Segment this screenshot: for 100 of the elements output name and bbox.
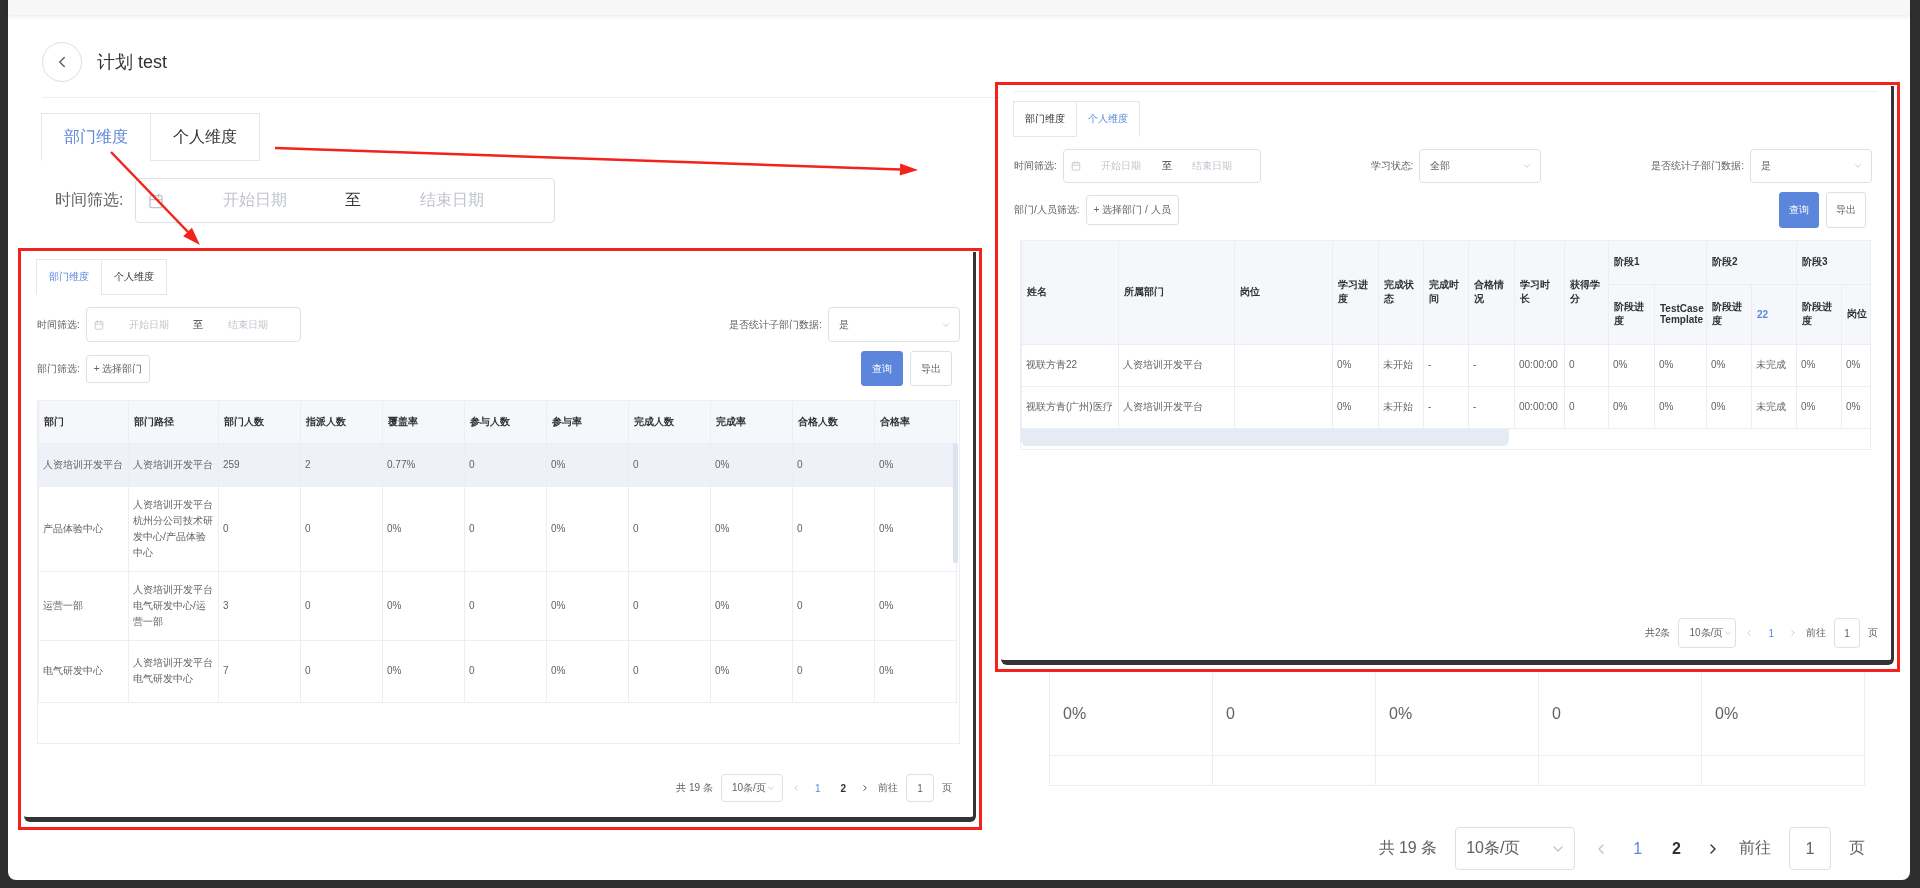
filter-label: 部门/人员筛选: <box>1014 203 1080 217</box>
chevron-down-icon <box>1723 628 1734 638</box>
table-cell: 0 <box>628 486 711 571</box>
total-count: 共2条 <box>1644 626 1671 640</box>
table-cell: 0 <box>1538 673 1701 756</box>
tab[interactable]: 部门维度 <box>36 259 102 295</box>
back-button[interactable] <box>42 42 82 82</box>
table-cell: 人资培训开发平台电气研发中心 <box>128 640 219 702</box>
table-cell: 0% <box>710 443 793 486</box>
column-header: 获得学分 <box>1564 241 1609 344</box>
select-department-button[interactable]: + 选择部门 / 人员 <box>1085 195 1179 225</box>
table-cell: 未完成 <box>1751 386 1797 428</box>
export-button[interactable]: 导出 <box>1826 192 1866 228</box>
table-cell: 0 <box>300 571 383 640</box>
export-button[interactable]: 导出 <box>910 351 952 386</box>
table-cell: 未完成 <box>1751 344 1797 386</box>
table-cell: 0 <box>300 640 383 702</box>
table-cell: 0% <box>1608 344 1655 386</box>
column-header: 完成率 <box>710 401 793 443</box>
page-input[interactable]: 1 <box>1789 827 1831 870</box>
select-field[interactable]: 是 <box>1750 149 1872 183</box>
table-cell: 0 <box>792 571 875 640</box>
table-cell: 0% <box>1706 386 1752 428</box>
select-field[interactable]: 10条/页 <box>1455 827 1576 870</box>
table-cell: 0 <box>1564 344 1609 386</box>
column-header: 覆盖率 <box>382 401 465 443</box>
table-cell: 0% <box>546 443 629 486</box>
date-range-field[interactable]: 开始日期 至 结束日期 <box>135 178 556 223</box>
page-suffix: 页 <box>1868 626 1878 640</box>
table-cell: 0% <box>1375 673 1538 756</box>
column-header: 阶段1 <box>1608 241 1707 284</box>
table-cell: 2 <box>300 443 383 486</box>
column-header: 姓名 <box>1021 241 1119 344</box>
table-cell: 259 <box>218 443 301 486</box>
column-header: 岗位 <box>1234 241 1333 344</box>
tab[interactable]: 个人维度 <box>1076 101 1140 137</box>
tab[interactable]: 个人维度 <box>101 259 167 295</box>
table-cell: 0 <box>792 443 875 486</box>
select-field[interactable]: 是 <box>828 307 960 342</box>
table-cell: 未开始 <box>1378 344 1424 386</box>
calendar-icon <box>1070 161 1081 171</box>
table-cell: 人资培训开发平台 <box>38 443 129 486</box>
table-cell: 0 <box>464 640 547 702</box>
page-number[interactable]: 1 <box>1627 839 1649 858</box>
column-header: 岗位 <box>1841 284 1870 344</box>
table-cell: 0 <box>464 443 547 486</box>
table-cell: 0% <box>1796 344 1842 386</box>
table-cell: 0% <box>710 640 793 702</box>
column-header: 完成时间 <box>1423 241 1469 344</box>
table-cell: 3 <box>218 571 301 640</box>
table-cell: 0 <box>628 640 711 702</box>
table-cell: 00:00:00 <box>1514 386 1565 428</box>
filter-label: 时间筛选: <box>37 317 80 332</box>
tab[interactable]: 部门维度 <box>41 113 151 161</box>
column-header: 阶段进度 <box>1796 284 1842 344</box>
column-header: 学习进度 <box>1332 241 1379 344</box>
table-cell: 0% <box>546 571 629 640</box>
filter-label: 时间筛选: <box>1014 159 1057 173</box>
select-field[interactable]: 全部 <box>1419 149 1542 183</box>
calendar-icon <box>147 192 164 209</box>
column-header: 所属部门 <box>1118 241 1235 344</box>
page-title: 计划 test <box>97 51 167 74</box>
page-number[interactable]: 2 <box>1666 839 1687 858</box>
table-cell: 0% <box>710 571 793 640</box>
column-header: 学习时长 <box>1514 241 1565 344</box>
table-cell: 0% <box>382 486 465 571</box>
page-number[interactable]: 2 <box>834 782 852 794</box>
column-header: 阶段进度 <box>1706 284 1752 344</box>
page-number[interactable]: 1 <box>808 782 827 794</box>
page-input[interactable]: 1 <box>1834 618 1860 648</box>
scrollbar[interactable] <box>953 443 958 563</box>
table-cell: 未开始 <box>1378 386 1424 428</box>
page-input[interactable]: 1 <box>906 774 934 802</box>
query-button[interactable]: 查询 <box>861 351 903 386</box>
table-cell: 视联方青(广州)医疗 <box>1021 386 1119 428</box>
select-field[interactable]: 10条/页 <box>720 774 783 802</box>
chevron-down-icon <box>765 783 776 793</box>
total-count: 共 19 条 <box>1378 838 1438 858</box>
table-cell: 0% <box>1608 386 1655 428</box>
table-cell: 0% <box>382 640 465 702</box>
column-header: 参与人数 <box>464 401 547 443</box>
page-number[interactable]: 1 <box>1762 627 1780 639</box>
query-button[interactable]: 查询 <box>1779 192 1819 228</box>
filter-label: 学习状态: <box>1370 159 1414 173</box>
table-cell: 0 <box>300 486 383 571</box>
table-cell: 0% <box>382 571 465 640</box>
table-cell: 0% <box>1701 673 1864 756</box>
tab[interactable]: 个人维度 <box>150 113 260 161</box>
table-cell: 00:00:00 <box>1514 344 1565 386</box>
filter-label: 部门筛选: <box>37 361 80 376</box>
tab[interactable]: 部门维度 <box>1013 101 1077 137</box>
select-field[interactable]: 10条/页 <box>1678 618 1737 648</box>
column-header: 参与率 <box>546 401 629 443</box>
table-cell: 0% <box>1796 386 1842 428</box>
calendar-icon <box>93 319 104 330</box>
table-cell: 人资培训开发平台 <box>128 443 219 486</box>
table-cell: 运营一部 <box>38 571 129 640</box>
table-cell: 人资培训开发平台 <box>1118 386 1235 428</box>
select-department-button[interactable]: + 选择部门 <box>85 354 151 383</box>
table-cell: 0 <box>464 486 547 571</box>
